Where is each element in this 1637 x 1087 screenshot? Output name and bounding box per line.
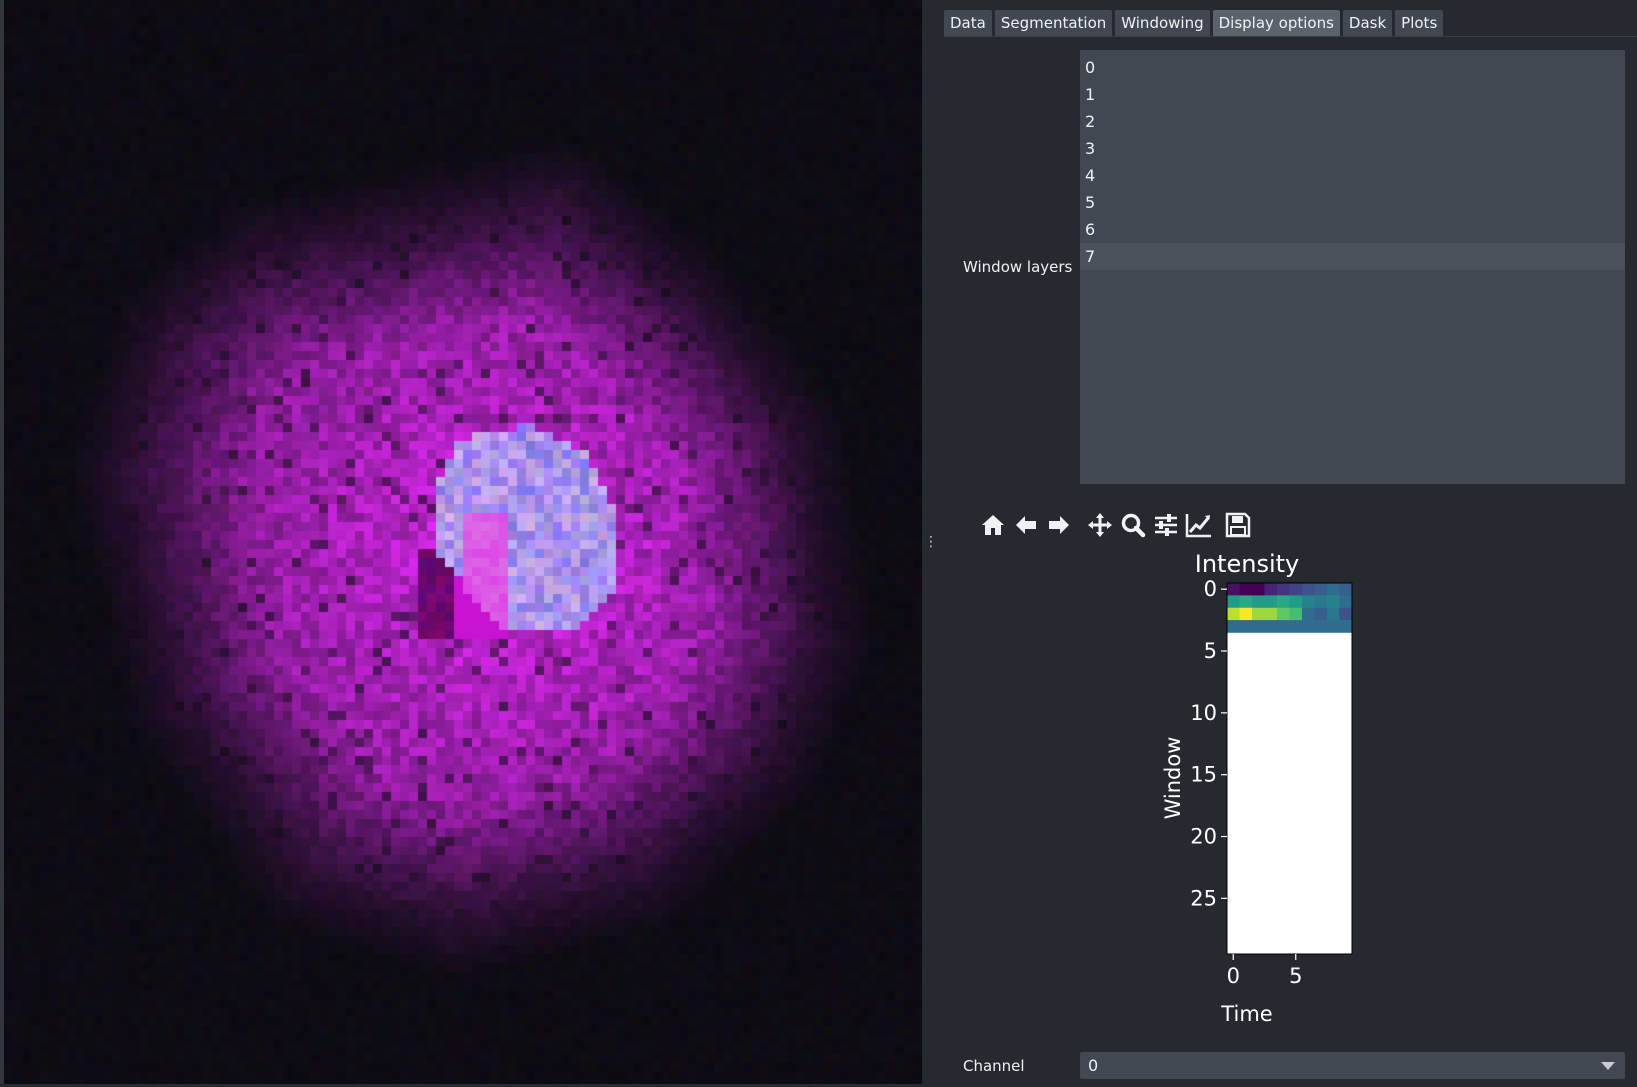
x-axis-label: Time: [1220, 1002, 1272, 1026]
y-tick-label: 10: [1190, 701, 1217, 725]
heatmap-cell: [1264, 583, 1278, 596]
tab-segmentation[interactable]: Segmentation: [994, 10, 1113, 36]
heatmap-cell: [1314, 595, 1328, 609]
heatmap-cell: [1227, 583, 1240, 596]
heatmap-cell: [1239, 620, 1253, 633]
list-item[interactable]: 2: [1080, 108, 1625, 135]
heatmap-cell: [1239, 595, 1253, 609]
intensity-heatmap-plot[interactable]: Intensity 0 5 10 15 20 25 0 5 Window Time: [944, 545, 1637, 1035]
channel-select-value: 0: [1088, 1056, 1099, 1075]
tab-plots[interactable]: Plots: [1395, 10, 1444, 36]
edit-axis-icon[interactable]: [1182, 510, 1215, 540]
heatmap-cell: [1227, 607, 1240, 621]
heatmap-cell: [1277, 595, 1290, 609]
configure-subplots-icon[interactable]: [1149, 510, 1182, 540]
heatmap-cell: [1227, 620, 1240, 633]
heatmap-cell: [1227, 595, 1240, 609]
tab-dask[interactable]: Dask: [1342, 10, 1393, 36]
heatmap-cell: [1327, 607, 1340, 621]
list-item[interactable]: 4: [1080, 162, 1625, 189]
heatmap-cell: [1302, 595, 1315, 609]
tab-display-options[interactable]: Display options: [1212, 10, 1340, 36]
chevron-down-icon: [1601, 1062, 1615, 1070]
window-layers-label: Window layers: [963, 258, 1073, 276]
list-item[interactable]: 0: [1080, 54, 1625, 81]
heatmap-cell: [1314, 620, 1328, 633]
y-tick-label: 20: [1190, 825, 1217, 849]
heatmap-cell: [1339, 595, 1353, 609]
list-item[interactable]: 1: [1080, 81, 1625, 108]
heatmap-cell: [1277, 620, 1290, 633]
image-viewer-canvas[interactable]: [0, 0, 922, 1084]
list-item[interactable]: 5: [1080, 189, 1625, 216]
heatmap-cell: [1302, 583, 1315, 596]
heatmap-cell: [1302, 620, 1315, 633]
cell-image[interactable]: [4, 0, 922, 1084]
heatmap-cell: [1339, 607, 1353, 621]
heatmap-cell: [1239, 583, 1253, 596]
tab-divider: [944, 36, 1637, 37]
heatmap-cell: [1277, 583, 1290, 596]
heatmap-cell: [1327, 583, 1340, 596]
heatmap-cell: [1264, 595, 1278, 609]
save-icon[interactable]: [1221, 510, 1254, 540]
list-item-selected[interactable]: 7: [1080, 243, 1625, 270]
window-layers-list[interactable]: 0 1 2 3 4 5 6 7: [1080, 50, 1625, 484]
x-tick-label: 0: [1227, 964, 1240, 988]
channel-label: Channel: [963, 1057, 1025, 1075]
heatmap-cell: [1252, 607, 1265, 621]
heatmap-cell: [1277, 607, 1290, 621]
heatmap-cell: [1314, 607, 1328, 621]
x-tick-label: 5: [1289, 964, 1302, 988]
heatmap-cell: [1289, 607, 1303, 621]
panel-splitter-handle[interactable]: ⋮: [924, 532, 938, 552]
heatmap-cell: [1339, 583, 1353, 596]
heatmap-cell: [1264, 607, 1278, 621]
tab-bar: Data Segmentation Windowing Display opti…: [944, 10, 1444, 36]
y-axis-label: Window: [1161, 737, 1185, 820]
plot-toolbar: [976, 510, 1254, 540]
heatmap-cell: [1252, 620, 1265, 633]
plot-area-background: [1227, 583, 1352, 954]
heatmap-cell: [1302, 607, 1315, 621]
heatmap-cell: [1289, 595, 1303, 609]
forward-arrow-icon[interactable]: [1042, 510, 1075, 540]
back-arrow-icon[interactable]: [1009, 510, 1042, 540]
y-tick-label: 25: [1190, 886, 1217, 910]
heatmap-cell: [1327, 620, 1340, 633]
y-tick-label: 5: [1204, 639, 1217, 663]
y-tick-label: 0: [1204, 577, 1217, 601]
zoom-icon[interactable]: [1116, 510, 1149, 540]
tab-data[interactable]: Data: [944, 10, 992, 36]
list-item[interactable]: 3: [1080, 135, 1625, 162]
list-item[interactable]: 6: [1080, 216, 1625, 243]
heatmap-cell: [1239, 607, 1253, 621]
heatmap-cell: [1289, 620, 1303, 633]
heatmap-cell: [1289, 583, 1303, 596]
heatmap-cell: [1252, 583, 1265, 596]
pan-icon[interactable]: [1083, 510, 1116, 540]
heatmap-cell: [1339, 620, 1353, 633]
heatmap-cell: [1252, 595, 1265, 609]
y-tick-label: 15: [1190, 763, 1217, 787]
channel-select[interactable]: 0: [1080, 1052, 1625, 1079]
plot-title: Intensity: [1195, 550, 1299, 578]
heatmap-cell: [1327, 595, 1340, 609]
home-icon[interactable]: [976, 510, 1009, 540]
heatmap-cell: [1314, 583, 1328, 596]
dock-widget-panel: Data Segmentation Windowing Display opti…: [944, 0, 1637, 1087]
heatmap-cell: [1264, 620, 1278, 633]
tab-windowing[interactable]: Windowing: [1115, 10, 1210, 36]
